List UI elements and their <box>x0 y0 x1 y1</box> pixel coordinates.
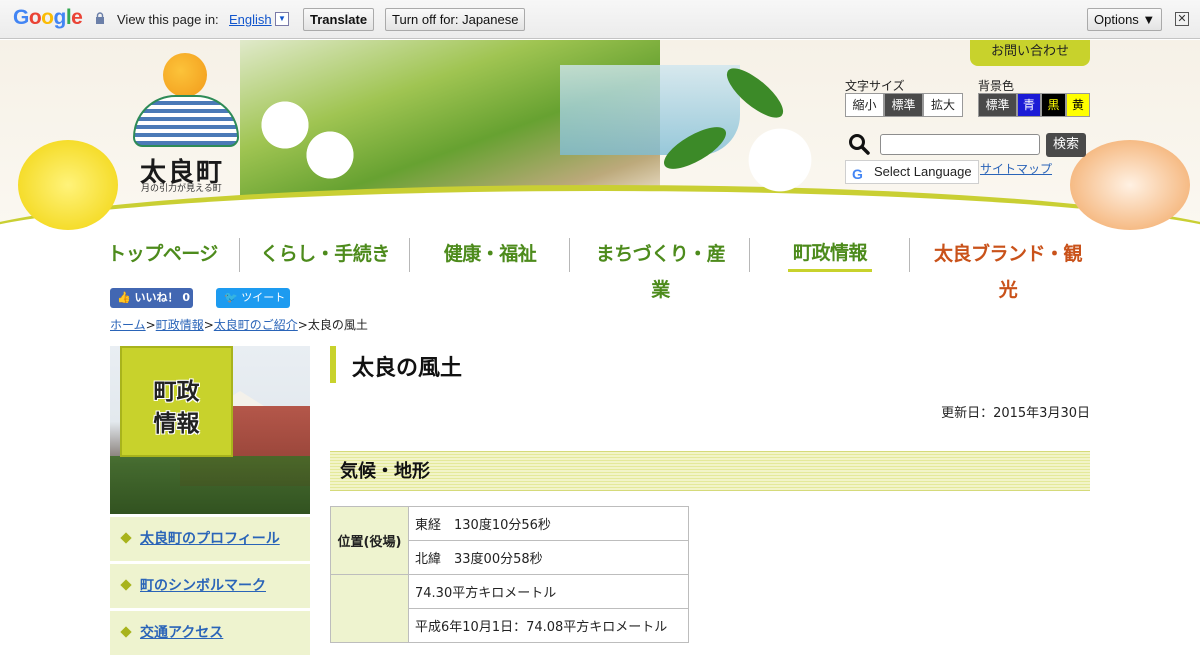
page-title-accent <box>330 346 336 383</box>
language-link[interactable]: English <box>229 12 272 27</box>
flower-decoration <box>740 120 820 200</box>
table-row-header <box>330 574 409 643</box>
nav-item-health[interactable]: 健康・福祉 <box>440 236 540 272</box>
global-nav: トップページ くらし・手続き 健康・福祉 まちづくり・産業 町政情報 太良ブラン… <box>100 236 1100 301</box>
nav-item-industry[interactable]: まちづくり・産業 <box>588 236 733 301</box>
search-button[interactable]: 検索 <box>1046 133 1086 157</box>
thumbs-up-icon: 👍 <box>117 291 131 304</box>
table-cell: 平成6年10月1日：74.08平方キロメートル <box>408 608 689 643</box>
side-item-profile[interactable]: 太良町のプロフィール <box>110 517 310 561</box>
font-size-label: 文字サイズ <box>845 79 905 93</box>
font-size-small-button[interactable]: 縮小 <box>845 93 884 117</box>
sitemap-link[interactable]: サイトマップ <box>980 160 1052 177</box>
breadcrumb-separator: > <box>203 318 214 332</box>
breadcrumb: ホーム>町政情報>太良町のご紹介>太良の風土 <box>110 316 368 333</box>
search-input[interactable] <box>880 134 1040 155</box>
table-cell: 北緯 33度00分58秒 <box>408 540 689 575</box>
select-language-label: Select Language <box>874 164 972 179</box>
nav-item-living[interactable]: くらし・手続き <box>260 236 390 272</box>
side-title-line2: 情報 <box>153 411 200 437</box>
breadcrumb-home-link[interactable]: ホーム <box>110 318 146 332</box>
side-item-access[interactable]: 交通アクセス <box>110 611 310 655</box>
tweet-button[interactable]: 🐦 ツイート <box>216 288 290 308</box>
view-page-label: View this page in: <box>117 12 219 27</box>
table-cell: 東経 130度10分56秒 <box>408 506 689 541</box>
nav-divider <box>569 238 570 272</box>
facts-table: 位置(役場) 東経 130度10分56秒 北緯 33度00分58秒 74.30平… <box>330 506 689 643</box>
bg-yellow-button[interactable]: 黄 <box>1066 93 1090 117</box>
table-cell: 74.30平方キロメートル <box>408 574 689 609</box>
bg-blue-button[interactable]: 青 <box>1017 93 1041 117</box>
side-category-title: 町政 情報 <box>120 346 233 457</box>
shrubbery <box>110 456 310 514</box>
breadcrumb-current: 太良の風土 <box>307 318 368 332</box>
logo-mark-icon <box>133 95 239 147</box>
google-translate-bar: Google View this page in: English ▼ Tran… <box>0 0 1200 39</box>
mascot-left <box>18 140 118 230</box>
twitter-bird-icon: 🐦 <box>224 291 238 304</box>
page-title: 太良の風土 <box>352 356 463 381</box>
font-size-standard-button[interactable]: 標準 <box>884 93 923 117</box>
bg-color-label: 背景色 <box>978 79 1015 93</box>
translate-button[interactable]: Translate <box>303 8 375 31</box>
bg-black-button[interactable]: 黒 <box>1041 93 1066 117</box>
tweet-label: ツイート <box>241 291 286 304</box>
lock-icon <box>96 12 104 24</box>
table-row-header: 位置(役場) <box>330 506 409 575</box>
google-logo: Google <box>13 6 83 29</box>
mascot-right <box>1070 140 1190 230</box>
flower-decoration <box>300 125 360 185</box>
section-heading: 気候・地形 <box>330 451 1090 491</box>
breadcrumb-government-link[interactable]: 町政情報 <box>156 318 204 332</box>
nav-divider <box>239 238 240 272</box>
side-item-symbol[interactable]: 町のシンボルマーク <box>110 564 310 608</box>
side-title-line1: 町政 <box>153 379 200 405</box>
bg-standard-button[interactable]: 標準 <box>978 93 1017 117</box>
nav-divider <box>749 238 750 272</box>
like-label: いいね！ 0 <box>134 291 191 304</box>
language-dropdown-icon[interactable]: ▼ <box>275 12 289 26</box>
facebook-like-button[interactable]: 👍 いいね！ 0 <box>110 288 193 308</box>
nav-item-government[interactable]: 町政情報 <box>788 236 872 272</box>
options-button[interactable]: Options ▼ <box>1087 8 1163 31</box>
nav-item-tourism[interactable]: 太良ブランド・観光 <box>926 236 1090 301</box>
breadcrumb-separator: > <box>145 318 156 332</box>
contact-button[interactable]: お問い合わせ <box>970 40 1090 66</box>
nav-divider <box>909 238 910 272</box>
town-tagline: 月の引力が見える町 <box>141 184 222 194</box>
nav-item-top[interactable]: トップページ <box>100 236 225 272</box>
breadcrumb-intro-link[interactable]: 太良町のご紹介 <box>214 318 298 332</box>
table-row: 74.30平方キロメートル <box>330 574 689 643</box>
logo-sun-icon <box>163 53 207 97</box>
updated-date: 更新日：2015年3月30日 <box>941 406 1090 421</box>
select-language-dropdown[interactable]: G Select Language <box>845 160 979 184</box>
google-g-icon: G <box>852 166 863 182</box>
table-row: 位置(役場) 東経 130度10分56秒 <box>330 506 689 575</box>
font-size-large-button[interactable]: 拡大 <box>923 93 963 117</box>
search-icon <box>849 134 870 155</box>
close-icon[interactable]: ✕ <box>1175 12 1189 26</box>
nav-divider <box>409 238 410 272</box>
turn-off-button[interactable]: Turn off for: Japanese <box>385 8 526 31</box>
breadcrumb-separator: > <box>297 318 308 332</box>
